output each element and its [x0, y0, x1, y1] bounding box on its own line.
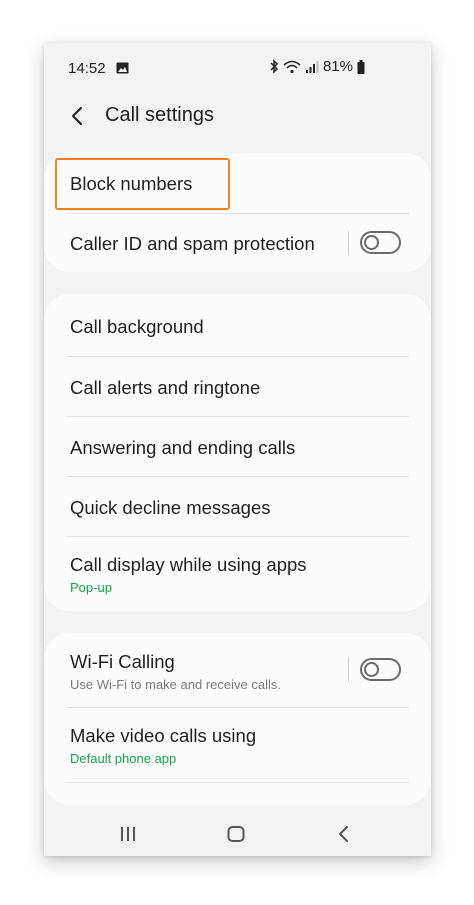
phone-screen: 14:52 81% Call settings Block numbers Ca…: [44, 43, 431, 856]
call-background-row[interactable]: Call background: [44, 294, 431, 356]
navigation-bar: [44, 813, 431, 856]
video-calls-value: Default phone app: [70, 751, 177, 766]
divider: [66, 782, 409, 783]
wifi-icon: [283, 60, 301, 73]
call-background-label: Call background: [70, 316, 204, 337]
settings-group-advanced: Wi-Fi Calling Use Wi-Fi to make and rece…: [44, 633, 431, 805]
gallery-icon: [116, 62, 129, 74]
toggle-knob: [364, 662, 379, 677]
video-calls-row[interactable]: Make video calls using Default phone app: [44, 708, 431, 782]
home-icon[interactable]: [223, 821, 249, 847]
quick-decline-label: Quick decline messages: [70, 497, 271, 518]
video-calls-label: Make video calls using: [70, 725, 257, 746]
block-numbers-row[interactable]: Block numbers: [44, 153, 431, 213]
battery-percent: 81%: [322, 58, 353, 75]
block-numbers-label: Block numbers: [70, 173, 193, 194]
caller-id-row[interactable]: Caller ID and spam protection: [44, 214, 431, 272]
call-display-value: Pop-up: [70, 580, 112, 595]
toggle-knob: [364, 235, 379, 250]
recents-icon[interactable]: [115, 821, 141, 847]
call-display-label: Call display while using apps: [70, 554, 307, 575]
status-icons: 81%: [269, 58, 365, 75]
bluetooth-icon: [270, 59, 279, 74]
battery-icon: [357, 59, 365, 74]
call-alerts-label: Call alerts and ringtone: [70, 377, 261, 398]
caller-id-toggle[interactable]: [360, 231, 401, 254]
wifi-calling-row[interactable]: Wi-Fi Calling Use Wi-Fi to make and rece…: [44, 633, 431, 707]
app-header: Call settings: [44, 93, 431, 143]
answering-ending-row[interactable]: Answering and ending calls: [44, 417, 431, 477]
signal-icon: [305, 60, 319, 73]
vertical-separator: [348, 231, 349, 255]
vertical-separator: [348, 658, 349, 682]
wifi-calling-toggle[interactable]: [360, 658, 401, 681]
page-title: Call settings: [105, 104, 214, 126]
chevron-left-icon[interactable]: [68, 105, 88, 127]
status-bar: 14:52 81%: [44, 43, 431, 93]
call-display-row[interactable]: Call display while using apps Pop-up: [44, 537, 431, 611]
wifi-calling-description: Use Wi-Fi to make and receive calls.: [70, 677, 281, 692]
settings-group-blocking: Block numbers Caller ID and spam protect…: [44, 153, 431, 272]
back-icon[interactable]: [331, 821, 357, 847]
answering-ending-label: Answering and ending calls: [70, 437, 296, 458]
quick-decline-row[interactable]: Quick decline messages: [44, 477, 431, 537]
settings-group-calls: Call background Call alerts and ringtone…: [44, 294, 431, 611]
caller-id-label: Caller ID and spam protection: [70, 233, 315, 254]
status-time: 14:52: [68, 60, 106, 77]
call-alerts-row[interactable]: Call alerts and ringtone: [44, 357, 431, 417]
wifi-calling-label: Wi-Fi Calling: [70, 651, 175, 672]
